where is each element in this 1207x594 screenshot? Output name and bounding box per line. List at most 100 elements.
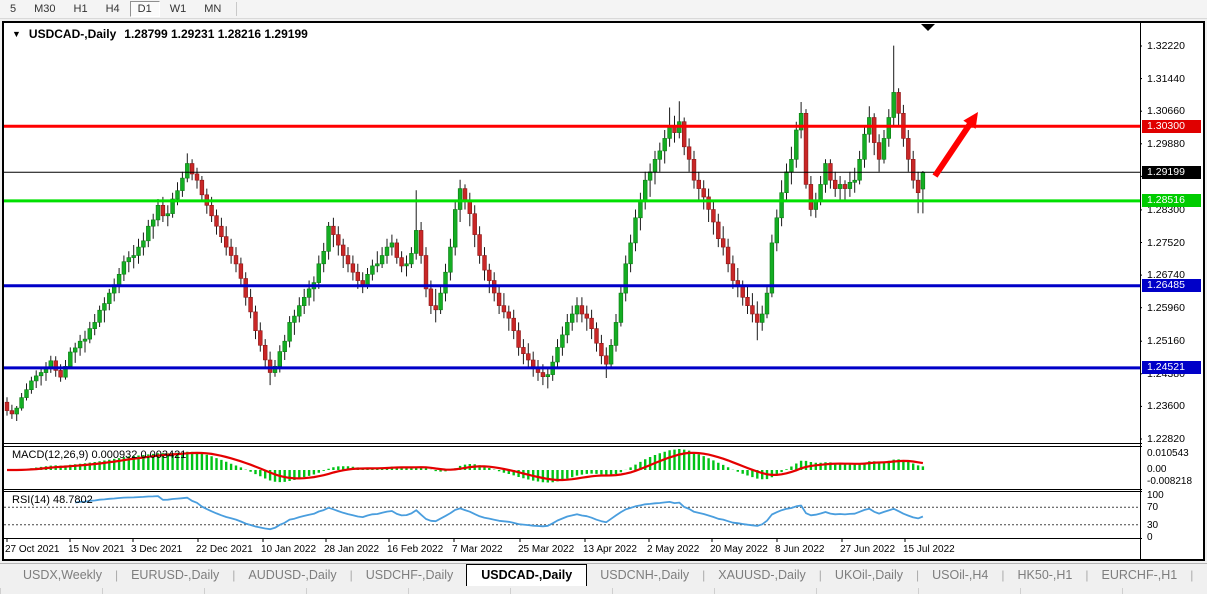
candle <box>215 216 219 227</box>
timeframe-button-h1[interactable]: H1 <box>66 1 96 17</box>
candle <box>522 347 526 353</box>
candle <box>833 180 837 188</box>
candle <box>687 147 691 160</box>
timeframe-button-w1[interactable]: W1 <box>162 1 195 17</box>
candle <box>712 210 716 223</box>
candle <box>59 370 63 377</box>
candle <box>142 241 146 247</box>
price-tick-label: 1.25160 <box>1147 335 1185 347</box>
candle <box>473 214 477 235</box>
candle <box>258 331 262 346</box>
chart-dropdown-icon[interactable]: ▼ <box>12 29 21 39</box>
candle <box>468 201 472 214</box>
candle <box>707 197 711 210</box>
tab-audusd-daily[interactable]: AUDUSD-,Daily <box>235 564 349 585</box>
date-label: 16 Feb 2022 <box>387 544 443 555</box>
candle <box>575 306 579 314</box>
candle <box>307 289 311 297</box>
candle <box>351 264 355 272</box>
candle <box>546 375 550 377</box>
candle <box>117 274 121 285</box>
tab-usdcnh-daily[interactable]: USDCNH-,Daily <box>587 564 702 585</box>
candle <box>716 222 720 239</box>
price-tick-label: 1.27520 <box>1147 237 1185 249</box>
tab-usdx-weekly[interactable]: USDX,Weekly <box>10 564 115 585</box>
candle <box>322 251 326 263</box>
candle <box>692 159 696 180</box>
macd-axis-label: 0.00 <box>1147 464 1166 475</box>
candle <box>502 306 506 312</box>
tab-bar-strip <box>0 588 1207 594</box>
candle <box>702 189 706 197</box>
candle <box>843 184 847 188</box>
date-label: 13 Apr 2022 <box>583 544 637 555</box>
date-label: 25 Mar 2022 <box>518 544 574 555</box>
rsi-axis-label: 70 <box>1147 502 1158 513</box>
candle <box>731 264 735 281</box>
date-label: 27 Jun 2022 <box>840 544 895 555</box>
timeframe-button-mn[interactable]: MN <box>196 1 229 17</box>
tab-hk50-h1[interactable]: HK50-,H1 <box>1005 564 1086 585</box>
tab-usdchf-daily[interactable]: USDCHF-,Daily <box>353 564 467 585</box>
tab-xauusd-daily[interactable]: XAUUSD-,Daily <box>705 564 819 585</box>
macd-axis-label: -0.008218 <box>1147 476 1192 487</box>
trend-arrow-shaft <box>935 120 972 176</box>
timeframe-button-d1[interactable]: D1 <box>130 1 160 17</box>
date-label: 2 May 2022 <box>647 544 699 555</box>
candle <box>161 205 165 216</box>
candle <box>400 258 404 266</box>
candle <box>395 243 399 258</box>
price-tick-label: 1.29880 <box>1147 138 1185 150</box>
candle <box>619 293 623 322</box>
candle <box>853 180 857 182</box>
candle <box>278 352 282 367</box>
date-label: 7 Mar 2022 <box>452 544 503 555</box>
tab-ukoil-daily[interactable]: UKOil-,Daily <box>822 564 916 585</box>
price-chart-canvas[interactable] <box>4 23 1203 559</box>
date-label: 15 Nov 2021 <box>68 544 125 555</box>
candle <box>39 373 43 376</box>
candle <box>346 256 350 264</box>
candle <box>487 270 491 281</box>
candle <box>385 247 389 255</box>
candle <box>390 243 394 247</box>
timeframe-button-5[interactable]: 5 <box>2 1 24 17</box>
candle <box>371 266 375 274</box>
candle <box>73 348 77 352</box>
tab-usoil-h4[interactable]: USOil-,H4 <box>919 564 1001 585</box>
candle <box>741 287 745 298</box>
candle <box>478 235 482 256</box>
candle <box>497 293 501 306</box>
candle <box>648 172 652 180</box>
candle <box>906 138 910 159</box>
tab-usoil-h4[interactable]: USOil-,H4 <box>1193 564 1207 585</box>
candle <box>697 180 701 188</box>
candle <box>570 314 574 322</box>
price-line-badge: 1.29199 <box>1142 166 1201 179</box>
timeframe-button-h4[interactable]: H4 <box>98 1 128 17</box>
candle <box>794 130 798 159</box>
candle <box>249 297 253 312</box>
candle <box>25 390 29 398</box>
price-tick-label: 1.22820 <box>1147 433 1185 445</box>
tab-eurusd-daily[interactable]: EURUSD-,Daily <box>118 564 232 585</box>
price-tick-label: 1.25960 <box>1147 302 1185 314</box>
candle <box>405 264 409 266</box>
candle <box>600 343 604 356</box>
candle <box>356 272 360 280</box>
candle <box>921 172 925 189</box>
candle <box>224 237 228 248</box>
candle <box>185 164 189 179</box>
rsi-line <box>75 496 923 529</box>
candle <box>68 352 72 366</box>
candle <box>341 245 345 256</box>
candle <box>166 214 170 216</box>
candle <box>726 247 730 264</box>
candle <box>361 281 365 285</box>
candle <box>10 411 14 414</box>
tab-eurchf-h1[interactable]: EURCHF-,H1 <box>1089 564 1191 585</box>
candle <box>517 331 521 348</box>
candle <box>780 193 784 218</box>
tab-usdcad-daily[interactable]: USDCAD-,Daily <box>466 564 587 586</box>
timeframe-button-m30[interactable]: M30 <box>26 1 63 17</box>
